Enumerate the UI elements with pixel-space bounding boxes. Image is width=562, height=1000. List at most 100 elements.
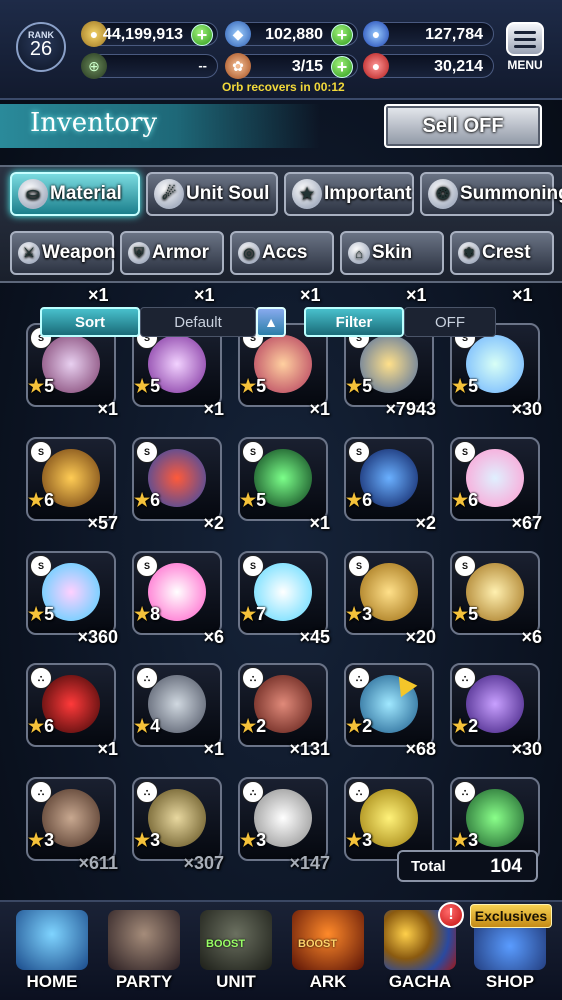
blue-crystal-icon: ●	[363, 21, 389, 47]
item-quantity: ×30	[511, 399, 542, 419]
star-icon: ★	[452, 604, 469, 624]
tab-accs[interactable]: ◎ Accs	[230, 231, 334, 275]
inventory-item[interactable]: S ★8	[132, 551, 222, 635]
sort-button[interactable]: Sort	[40, 307, 140, 337]
star-icon: ★	[452, 376, 469, 396]
tab-label: Unit Soul	[186, 183, 270, 204]
lapis-icon: ◆	[225, 21, 251, 47]
item-quantity: ×611	[78, 853, 118, 873]
inventory-item[interactable]: S ★6	[132, 437, 222, 521]
rank-badge[interactable]: RANK 26	[16, 22, 66, 72]
item-quantity: ×1	[97, 739, 118, 759]
inventory-item[interactable]: ⛬ ★4	[132, 663, 222, 747]
star-icon: ★	[240, 490, 257, 510]
swirl-icon: ❂	[428, 179, 458, 209]
nav-label: UNIT	[216, 972, 256, 991]
sell-off-label: Sell OFF	[422, 114, 504, 137]
rarity-value: 7	[256, 604, 267, 624]
nav-ark[interactable]: BOOST ARK	[284, 906, 372, 996]
page-title: Inventory	[30, 108, 158, 138]
inventory-item[interactable]: ⛬ ★6	[26, 663, 116, 747]
nav-unit[interactable]: BOOST UNIT	[192, 906, 280, 996]
star-icon: ★	[346, 716, 363, 736]
filter-button[interactable]: Filter	[304, 307, 404, 337]
filter-value[interactable]: OFF	[404, 307, 496, 337]
star-icon: ★	[452, 830, 469, 850]
sort-value[interactable]: Default	[140, 307, 256, 337]
menu-button[interactable]: MENU	[503, 22, 547, 78]
item-type-icon: ⛬	[454, 667, 476, 689]
inventory-item[interactable]: S ★6	[344, 437, 434, 521]
tab-label: Accs	[262, 242, 308, 263]
orb-counter: ✿ 3/15 +	[225, 53, 358, 79]
orb-add-button[interactable]: +	[331, 56, 353, 78]
tab-skin[interactable]: ⌂ Skin	[340, 231, 444, 275]
item-rarity: ★6	[346, 490, 372, 511]
ring-icon: ◎	[238, 242, 260, 264]
item-quantity: ×67	[511, 513, 542, 533]
title-banner: Inventory	[0, 104, 320, 148]
rarity-value: 5	[468, 604, 479, 624]
category-tabs: ⛀ Material ☄ Unit Soul ★ Important ❂ Sum…	[0, 165, 562, 283]
inventory-item[interactable]: ⛬ ★2	[344, 663, 434, 747]
item-type-icon: ⛬	[348, 667, 370, 689]
item-quantity: ×6	[521, 627, 542, 647]
inventory-item[interactable]: S ★3	[344, 551, 434, 635]
item-type-icon: S	[242, 555, 264, 577]
item-type-icon: S	[348, 441, 370, 463]
star-icon: ★	[346, 604, 363, 624]
tab-crest[interactable]: ✾ Crest	[450, 231, 554, 275]
inventory-item[interactable]: S ★6	[450, 437, 540, 521]
rarity-value: 2	[256, 716, 267, 736]
rarity-value: 2	[468, 716, 479, 736]
inventory-item[interactable]: S ★7	[238, 551, 328, 635]
lapis-counter: ◆ 102,880 +	[225, 21, 358, 47]
nav-party[interactable]: PARTY	[100, 906, 188, 996]
item-rarity: ★2	[452, 716, 478, 737]
tab-label: Weapon	[42, 242, 116, 263]
inventory-item[interactable]: S ★5	[26, 551, 116, 635]
star-icon: ★	[346, 490, 363, 510]
inventory-item[interactable]: S ★6	[26, 437, 116, 521]
inventory-item[interactable]: ⛬ ★3	[132, 777, 222, 861]
exclusives-badge[interactable]: Exclusives	[470, 904, 552, 928]
tab-weapon[interactable]: ⚔ Weapon	[10, 231, 116, 275]
star-icon: ★	[28, 490, 45, 510]
tab-material[interactable]: ⛀ Material	[10, 172, 140, 216]
tab-unit-soul[interactable]: ☄ Unit Soul	[146, 172, 278, 216]
gil-add-button[interactable]: +	[191, 24, 213, 46]
stamina-counter: ⊕ --	[81, 53, 218, 79]
tab-armor[interactable]: ⛨ Armor	[120, 231, 224, 275]
lapis-add-button[interactable]: +	[331, 24, 353, 46]
rarity-value: 5	[362, 376, 373, 396]
red-crystal-icon: ●	[363, 53, 389, 79]
tab-summoning[interactable]: ❂ Summoning	[420, 172, 562, 216]
sort-order-button[interactable]: ▲	[256, 307, 286, 337]
item-type-icon: ⛬	[136, 667, 158, 689]
sort-value-text: Default	[174, 313, 222, 331]
tab-important[interactable]: ★ Important	[284, 172, 414, 216]
sell-off-button[interactable]: Sell OFF	[384, 104, 542, 148]
item-rarity: ★5	[452, 604, 478, 625]
item-type-icon: S	[242, 441, 264, 463]
nav-home[interactable]: HOME	[8, 906, 96, 996]
inventory-item[interactable]: ⛬ ★3	[450, 777, 540, 861]
inventory-item[interactable]: S ★5	[450, 551, 540, 635]
inventory-item[interactable]: S ★5	[238, 437, 328, 521]
item-rarity: ★3	[134, 830, 160, 851]
star-icon: ★	[452, 490, 469, 510]
inventory-item[interactable]: ⛬ ★3	[238, 777, 328, 861]
inventory-item[interactable]: ⛬ ★3	[26, 777, 116, 861]
rarity-value: 3	[362, 830, 373, 850]
star-icon: ★	[346, 376, 363, 396]
total-label: Total	[411, 858, 446, 875]
rarity-value: 3	[256, 830, 267, 850]
inventory-item[interactable]: ⛬ ★2	[450, 663, 540, 747]
gil-counter: ● 44,199,913 +	[81, 21, 218, 47]
total-counter: Total 104	[397, 850, 538, 882]
inventory-item[interactable]: ⛬ ★3	[344, 777, 434, 861]
inventory-item[interactable]: ⛬ ★2	[238, 663, 328, 747]
rank-value: 26	[29, 38, 53, 60]
rarity-value: 5	[150, 376, 161, 396]
star-icon: ★	[240, 716, 257, 736]
